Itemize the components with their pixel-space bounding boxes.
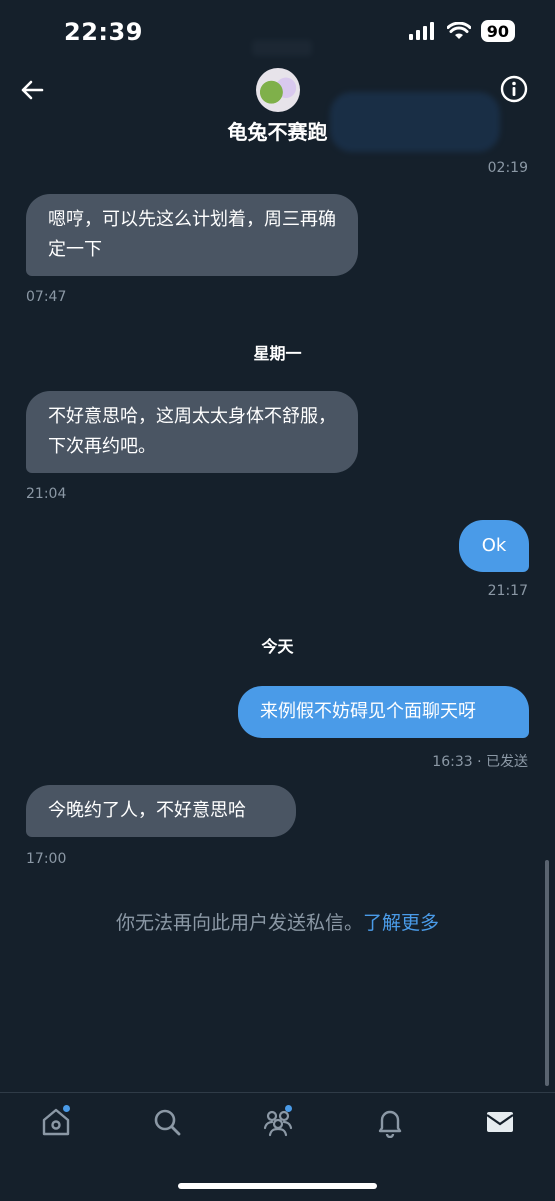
message-timestamp: 21:17 [487, 583, 528, 599]
info-icon[interactable] [499, 74, 529, 104]
signal-icon [408, 22, 434, 40]
status-icons: 90 [408, 20, 515, 42]
incoming-message[interactable]: 嗯哼，可以先这么计划着，周三再确定一下 [26, 194, 358, 276]
day-separator: 今天 [261, 637, 294, 656]
outgoing-message[interactable]: Ok [459, 520, 529, 572]
incoming-message[interactable]: 今晚约了人，不好意思哈 [26, 785, 296, 837]
message-timestamp: 07:47 [26, 289, 67, 305]
battery-indicator: 90 [480, 20, 515, 42]
message-timestamp: 02:19 [487, 160, 528, 176]
notice-text: 你无法再向此用户发送私信。 [115, 912, 363, 934]
chat-title[interactable]: 龟兔不赛跑 [0, 116, 555, 145]
learn-more-link[interactable]: 了解更多 [363, 912, 439, 934]
home-notification-dot [63, 1105, 70, 1112]
messages-icon[interactable] [484, 1106, 516, 1138]
avatar[interactable] [256, 68, 300, 112]
wifi-icon [446, 22, 471, 39]
message-timestamp: 17:00 [26, 851, 67, 867]
incoming-message[interactable]: 不好意思哈，这周太太身体不舒服，下次再约吧。 [26, 391, 358, 473]
search-icon[interactable] [151, 1106, 183, 1138]
message-timestamp: 21:04 [26, 486, 67, 502]
scrollbar[interactable] [545, 860, 549, 1086]
communities-notification-dot [285, 1105, 292, 1112]
dm-restricted-notice: 你无法再向此用户发送私信。了解更多 [0, 908, 555, 935]
message-status: 16:33 · 已发送 [432, 754, 528, 770]
back-arrow-icon[interactable] [16, 74, 48, 106]
home-indicator [178, 1183, 377, 1189]
notifications-icon[interactable] [374, 1106, 406, 1138]
status-time: 22:39 [64, 18, 143, 46]
day-separator: 星期一 [253, 344, 302, 363]
faded-previous-text [252, 40, 312, 56]
outgoing-message[interactable]: 来例假不妨碍见个面聊天呀 [238, 686, 529, 738]
